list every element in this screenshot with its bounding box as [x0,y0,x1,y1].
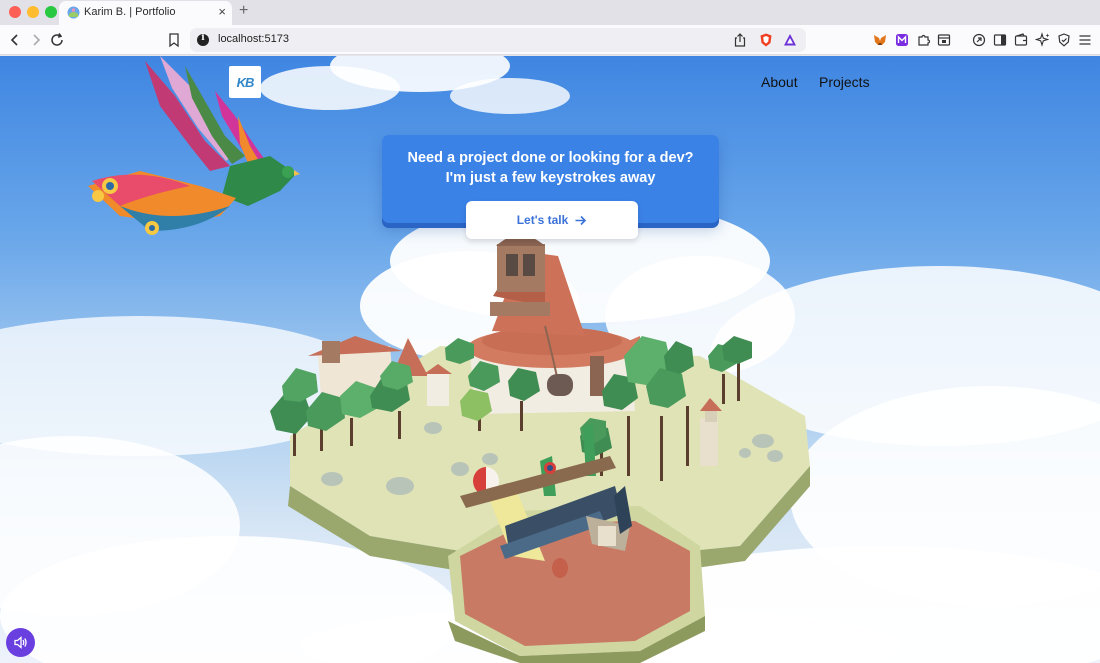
brave-rewards-icon[interactable] [782,32,798,48]
hamburger-icon[interactable] [1077,32,1093,48]
speaker-icon [14,636,27,649]
address-bar[interactable]: localhost:5173 [190,28,806,52]
browser-toolbar: localhost:5173 [0,25,1100,55]
bookmark-icon[interactable] [166,32,182,48]
minimize-window-button[interactable] [27,6,39,18]
reload-icon[interactable] [49,32,65,48]
chevron-left-icon[interactable] [7,32,23,48]
vpn-shield-icon[interactable] [1056,32,1072,48]
lets-talk-label: Let's talk [516,213,569,227]
nav-link-about[interactable]: About [761,74,798,90]
brave-shield-icon[interactable] [758,32,774,48]
zoom-window-button[interactable] [45,6,57,18]
tab-title: Karim B. | Portfolio [84,6,176,18]
leo-icon[interactable] [971,32,987,48]
tab-close-icon[interactable]: × [218,4,226,20]
new-tab-button[interactable]: + [239,2,248,20]
hero-message: Need a project done or looking for a dev… [382,148,719,188]
share-icon[interactable] [732,32,748,48]
sidebar-icon[interactable] [992,32,1008,48]
metamask-icon[interactable] [872,32,888,48]
site-favicon-icon [67,6,80,19]
browser-tab[interactable]: Karim B. | Portfolio × [59,1,232,25]
nav-link-projects[interactable]: Projects [819,74,870,90]
hero-line-2: I'm just a few keystrokes away [445,170,656,186]
sound-toggle-button[interactable] [6,628,35,657]
puzzle-icon[interactable] [916,32,932,48]
site-info-icon[interactable] [197,33,209,46]
address-url[interactable]: localhost:5173 [218,33,289,45]
logo-text: KB [236,74,255,90]
close-window-button[interactable] [9,6,21,18]
hero-line-1: Need a project done or looking for a dev… [407,150,694,166]
extension-m-icon[interactable] [894,32,910,48]
arrow-right-icon [575,215,587,225]
page-viewport: KB About Projects Need a project done or… [0,56,1100,663]
ai-sparkle-icon[interactable] [1035,32,1051,48]
site-logo[interactable]: KB [229,66,261,98]
browser-titlebar: Karim B. | Portfolio × + [0,0,1100,25]
wallet-icon[interactable] [1013,32,1029,48]
chevron-right-icon[interactable] [28,32,44,48]
window-extension-icon[interactable] [936,32,952,48]
lets-talk-button[interactable]: Let's talk [466,201,638,239]
